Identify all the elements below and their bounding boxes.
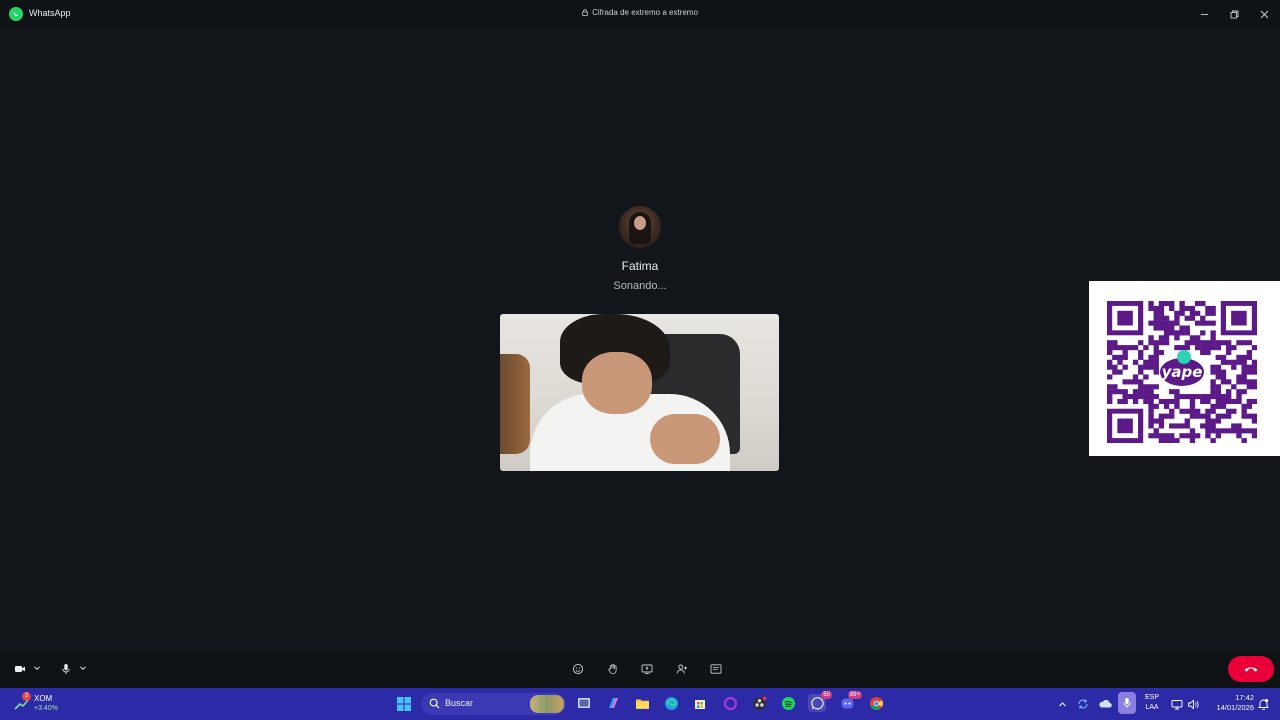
title-bar: WhatsApp Cifrada de extremo a extremo bbox=[0, 0, 1280, 28]
taskbar-app-circle[interactable] bbox=[721, 694, 739, 712]
yape-logo-text: yape bbox=[1162, 363, 1203, 381]
raise-hand-icon bbox=[608, 664, 617, 674]
restore-icon bbox=[1230, 10, 1238, 18]
notification-center-button[interactable] bbox=[1256, 696, 1270, 712]
network-icon bbox=[1171, 699, 1183, 709]
chevron-down-icon[interactable] bbox=[32, 663, 42, 673]
tray-onedrive[interactable] bbox=[1097, 696, 1113, 712]
encryption-notice: Cifrada de extremo a extremo bbox=[0, 8, 1280, 17]
taskbar-discord[interactable]: 99+ bbox=[838, 691, 862, 712]
keyboard-language[interactable]: ESP LAA bbox=[1142, 693, 1162, 713]
self-video-preview[interactable] bbox=[500, 314, 779, 471]
clock-date: 14/01/2026 bbox=[1216, 703, 1254, 712]
taskbar-copilot[interactable] bbox=[604, 694, 622, 712]
chevron-up-icon bbox=[1058, 701, 1066, 706]
microphone-toggle-button[interactable] bbox=[58, 662, 74, 676]
reactions-button[interactable] bbox=[570, 662, 586, 676]
stock-change: +3.40% bbox=[34, 705, 58, 712]
tray-volume[interactable] bbox=[1186, 696, 1200, 712]
stock-ticker: XOM bbox=[34, 694, 53, 703]
taskbar-edge[interactable] bbox=[662, 694, 680, 712]
taskbar-chrome[interactable] bbox=[867, 694, 885, 712]
taskbar-file-explorer[interactable] bbox=[633, 694, 651, 712]
microphone-icon bbox=[62, 664, 70, 674]
raise-hand-button[interactable] bbox=[605, 662, 621, 676]
cloud-icon bbox=[1099, 699, 1112, 708]
windows-start-icon bbox=[397, 697, 411, 711]
callee-avatar bbox=[619, 206, 661, 248]
taskbar-whatsapp[interactable]: 50 bbox=[808, 691, 832, 712]
language-layout: LAA bbox=[1145, 704, 1159, 711]
search-label: Buscar bbox=[445, 698, 474, 708]
tray-network[interactable] bbox=[1170, 696, 1184, 712]
call-chat-button[interactable] bbox=[708, 662, 724, 676]
callee-name: Fatima bbox=[621, 259, 659, 273]
spotify-icon bbox=[781, 696, 795, 710]
taskbar-task-view[interactable] bbox=[575, 694, 593, 712]
search-icon bbox=[429, 698, 440, 709]
screen-share-icon bbox=[641, 664, 653, 674]
sync-icon bbox=[1078, 699, 1088, 709]
folder-icon bbox=[635, 699, 649, 709]
qr-code-image: yape bbox=[1107, 301, 1257, 443]
call-status: Sonando... bbox=[613, 280, 667, 292]
notification-bell-icon bbox=[1257, 699, 1269, 710]
microphone-icon bbox=[1123, 698, 1131, 708]
app-ring-icon bbox=[723, 696, 737, 710]
maximize-button[interactable] bbox=[1219, 0, 1249, 28]
copilot-icon bbox=[608, 697, 618, 708]
add-participant-icon bbox=[676, 664, 687, 674]
whatsapp-window: WhatsApp Cifrada de extremo a extremo Fa… bbox=[0, 0, 1280, 688]
emoji-reaction-icon bbox=[572, 663, 584, 675]
chrome-icon bbox=[869, 696, 883, 710]
tray-sync[interactable] bbox=[1076, 696, 1090, 712]
recording-app-icon bbox=[752, 696, 766, 710]
close-button[interactable] bbox=[1249, 0, 1279, 28]
start-button[interactable] bbox=[395, 695, 413, 713]
stock-widget[interactable]: 2 XOM +3.40% bbox=[14, 692, 74, 716]
lock-icon bbox=[582, 9, 588, 16]
minimize-icon bbox=[1200, 13, 1208, 15]
close-icon bbox=[1260, 10, 1268, 18]
store-icon bbox=[695, 700, 705, 709]
encryption-text: Cifrada de extremo a extremo bbox=[592, 8, 698, 17]
taskbar-spotify[interactable] bbox=[779, 694, 797, 712]
end-call-icon bbox=[1244, 667, 1258, 672]
call-chat-icon bbox=[710, 664, 722, 674]
task-view-icon bbox=[578, 698, 590, 708]
minimize-button[interactable] bbox=[1189, 0, 1219, 28]
taskbar-clock[interactable]: 17:42 14/01/2026 bbox=[1206, 693, 1254, 713]
search-highlight-image bbox=[530, 695, 564, 713]
taskbar-obs[interactable] bbox=[750, 694, 768, 712]
yape-qr-code: yape bbox=[1089, 281, 1280, 456]
end-call-button[interactable] bbox=[1228, 656, 1274, 682]
discord-unread-badge: 99+ bbox=[847, 691, 862, 699]
edge-browser-icon bbox=[664, 696, 678, 710]
language-code: ESP bbox=[1144, 694, 1159, 701]
show-hidden-icons-button[interactable] bbox=[1056, 696, 1068, 712]
share-screen-button[interactable] bbox=[639, 662, 655, 676]
chevron-down-icon[interactable] bbox=[78, 663, 88, 673]
taskbar-search[interactable]: Buscar bbox=[421, 693, 566, 715]
speaker-icon bbox=[1188, 699, 1199, 709]
video-camera-icon bbox=[15, 666, 25, 672]
clock-time: 17:42 bbox=[1235, 693, 1254, 702]
camera-toggle-button[interactable] bbox=[12, 662, 28, 676]
taskbar-microsoft-store[interactable] bbox=[691, 694, 709, 712]
tray-microphone-in-use[interactable] bbox=[1118, 692, 1136, 714]
add-participant-button[interactable] bbox=[674, 662, 690, 676]
stock-notification-badge: 2 bbox=[22, 692, 31, 701]
call-controls-bar bbox=[0, 650, 1280, 688]
whatsapp-unread-badge: 50 bbox=[821, 691, 832, 699]
